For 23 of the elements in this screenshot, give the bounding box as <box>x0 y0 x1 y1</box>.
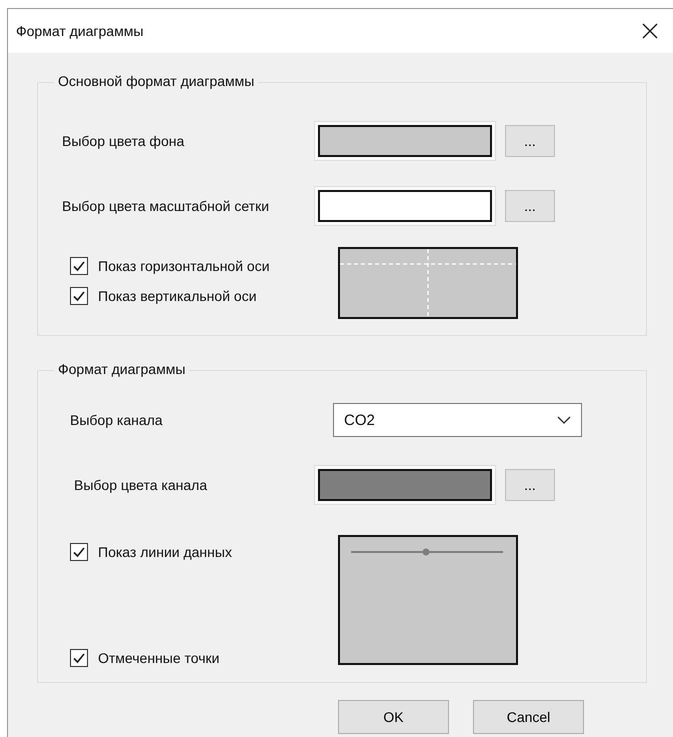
dialog-button[interactable]: Cancel <box>473 700 584 734</box>
checkbox[interactable] <box>70 287 88 305</box>
field-label: Выбор цвета канала <box>73 477 208 493</box>
checkbox[interactable] <box>70 649 88 667</box>
browse-button[interactable]: ... <box>505 125 555 157</box>
field-label: Выбор цвета масштабной сетки <box>61 198 270 214</box>
group-title: Основной формат диаграммы <box>54 73 258 89</box>
checkbox-label: Показ горизонтальной оси <box>98 258 270 274</box>
browse-button[interactable]: ... <box>505 469 555 501</box>
field-label: Выбор канала <box>69 412 164 428</box>
dialog-button[interactable]: OK <box>338 700 449 734</box>
close-icon[interactable] <box>642 23 658 39</box>
chevron-down-icon <box>557 416 571 424</box>
checkbox-label: Показ линии данных <box>98 544 232 560</box>
group-title: Формат диаграммы <box>54 361 190 377</box>
checkbox-label: Показ вертикальной оси <box>98 288 257 304</box>
checkbox[interactable] <box>70 543 88 561</box>
channel-dropdown[interactable]: CO2 <box>333 403 582 437</box>
browse-button[interactable]: ... <box>505 190 555 222</box>
field-label: Выбор цвета фона <box>61 133 186 149</box>
window-title: Формат диаграммы <box>16 23 144 39</box>
checkbox-label: Отмеченные точки <box>98 650 220 666</box>
checkbox[interactable] <box>70 257 88 275</box>
